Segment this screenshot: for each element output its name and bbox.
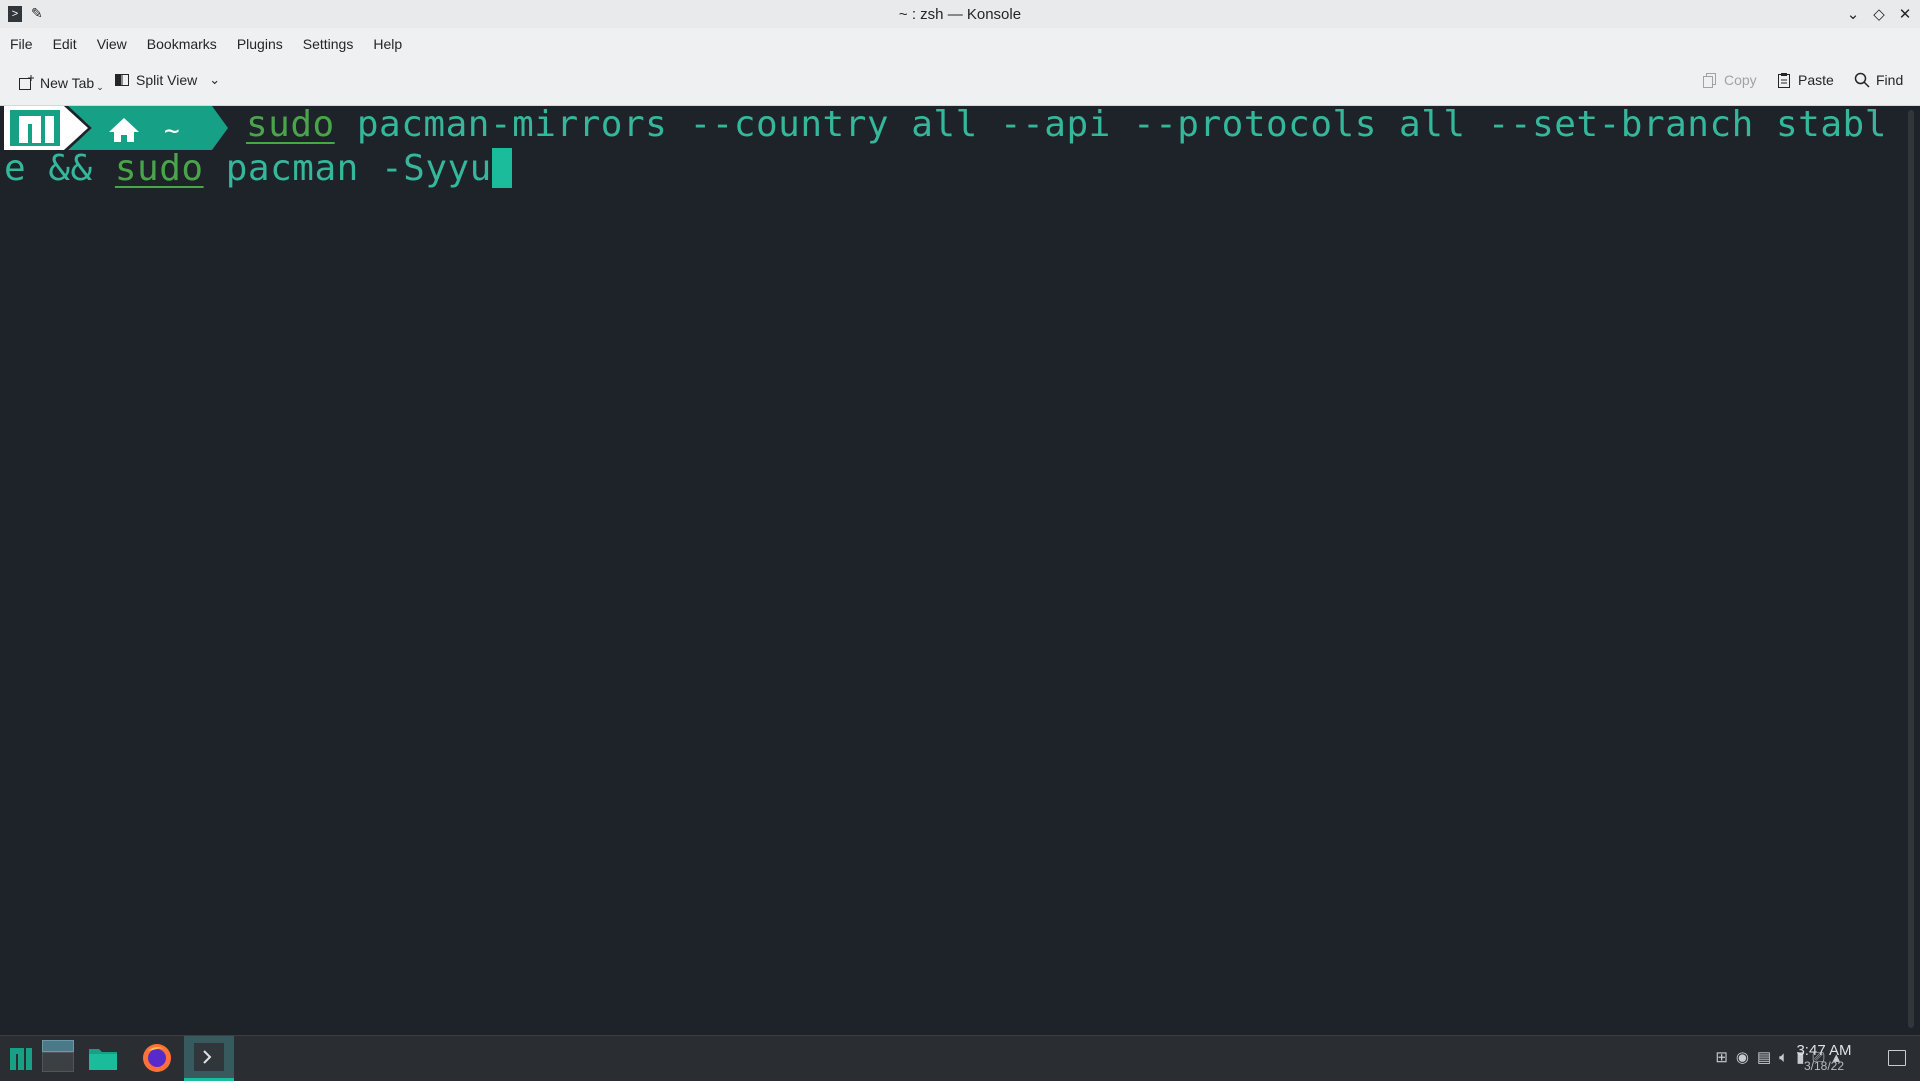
menu-file[interactable]: File: [0, 36, 43, 52]
taskbar: ⊞ ◉ ▤ 🔈︎ ▮ ⎚ ▴ 3:47 AM 3/18/22: [0, 1035, 1920, 1081]
paste-button[interactable]: Paste: [1776, 72, 1834, 88]
terminal-icon: [194, 1043, 224, 1071]
command-line-1: sudo pacman-mirrors --country all --api …: [246, 104, 1887, 145]
menu-view[interactable]: View: [87, 36, 137, 52]
menu-bookmarks[interactable]: Bookmarks: [137, 36, 227, 52]
chevron-down-icon[interactable]: ⌄: [209, 72, 220, 88]
paste-icon: [1778, 73, 1790, 88]
new-tab-dropdown-indicator[interactable]: ⌄: [96, 82, 104, 93]
clock-date: 3/18/22: [1803, 1059, 1845, 1073]
konsole-task-button[interactable]: [184, 1036, 234, 1081]
prompt-path: ~: [164, 116, 180, 146]
search-icon: [1854, 72, 1870, 88]
menu-edit[interactable]: Edit: [43, 36, 87, 52]
package-updates-icon[interactable]: ⊞: [1715, 1048, 1728, 1066]
menu-bar: File Edit View Bookmarks Plugins Setting…: [0, 28, 1920, 60]
virtual-desktop-pager[interactable]: [42, 1040, 74, 1072]
application-launcher-icon[interactable]: [10, 1048, 32, 1070]
menu-help[interactable]: Help: [363, 36, 412, 52]
firefox-icon[interactable]: [140, 1041, 174, 1075]
command-text-cont: e &&: [4, 148, 115, 189]
window-title: ~ : zsh — Konsole: [898, 6, 1022, 23]
scrollbar[interactable]: [1908, 110, 1914, 1028]
new-tab-icon: [19, 74, 34, 90]
command-text: pacman -Syyu: [203, 148, 492, 189]
find-button[interactable]: Find: [1854, 72, 1903, 88]
vault-icon[interactable]: ◉: [1736, 1048, 1749, 1066]
copy-icon: [1703, 73, 1716, 88]
prompt-segments: ~: [4, 106, 228, 150]
new-tab-button[interactable]: New Tab ⌄: [18, 72, 104, 93]
clock-time: 3:47 AM: [1796, 1042, 1852, 1059]
terminal-view[interactable]: ~ sudo pacman-mirrors --country all --ap…: [0, 104, 1920, 1035]
split-view-label: Split View: [136, 72, 198, 88]
maximize-button[interactable]: ◇: [1870, 3, 1888, 25]
toolbar: New Tab ⌄ Split View ⌄ Copy Paste Find: [0, 60, 1920, 106]
copy-label: Copy: [1724, 72, 1757, 88]
show-desktop-icon[interactable]: [1888, 1050, 1906, 1066]
file-manager-icon[interactable]: [88, 1045, 118, 1071]
sudo-keyword: sudo: [114, 148, 204, 189]
title-bar: > ✎ ~ : zsh — Konsole ⌄ ◇ ✕: [0, 0, 1920, 28]
command-line-2: e && sudo pacman -Syyu: [4, 148, 512, 189]
minimize-button[interactable]: ⌄: [1844, 3, 1862, 25]
paste-label: Paste: [1798, 72, 1834, 88]
menu-settings[interactable]: Settings: [293, 36, 364, 52]
copy-button[interactable]: Copy: [1702, 72, 1757, 88]
command-text: pacman-mirrors --country all --api --pro…: [334, 104, 1887, 145]
close-button[interactable]: ✕: [1896, 3, 1914, 25]
digital-clock[interactable]: 3:47 AM 3/18/22: [1784, 1042, 1864, 1073]
split-view-icon: [115, 74, 129, 86]
menu-plugins[interactable]: Plugins: [227, 36, 293, 52]
text-cursor: [491, 148, 512, 188]
split-view-button[interactable]: Split View ⌄: [114, 72, 220, 88]
find-label: Find: [1876, 72, 1904, 88]
new-tab-label: New Tab: [40, 74, 95, 91]
clipboard-icon[interactable]: ▤: [1757, 1048, 1771, 1066]
sudo-keyword: sudo: [246, 104, 335, 145]
manjaro-logo-icon: [10, 110, 60, 146]
